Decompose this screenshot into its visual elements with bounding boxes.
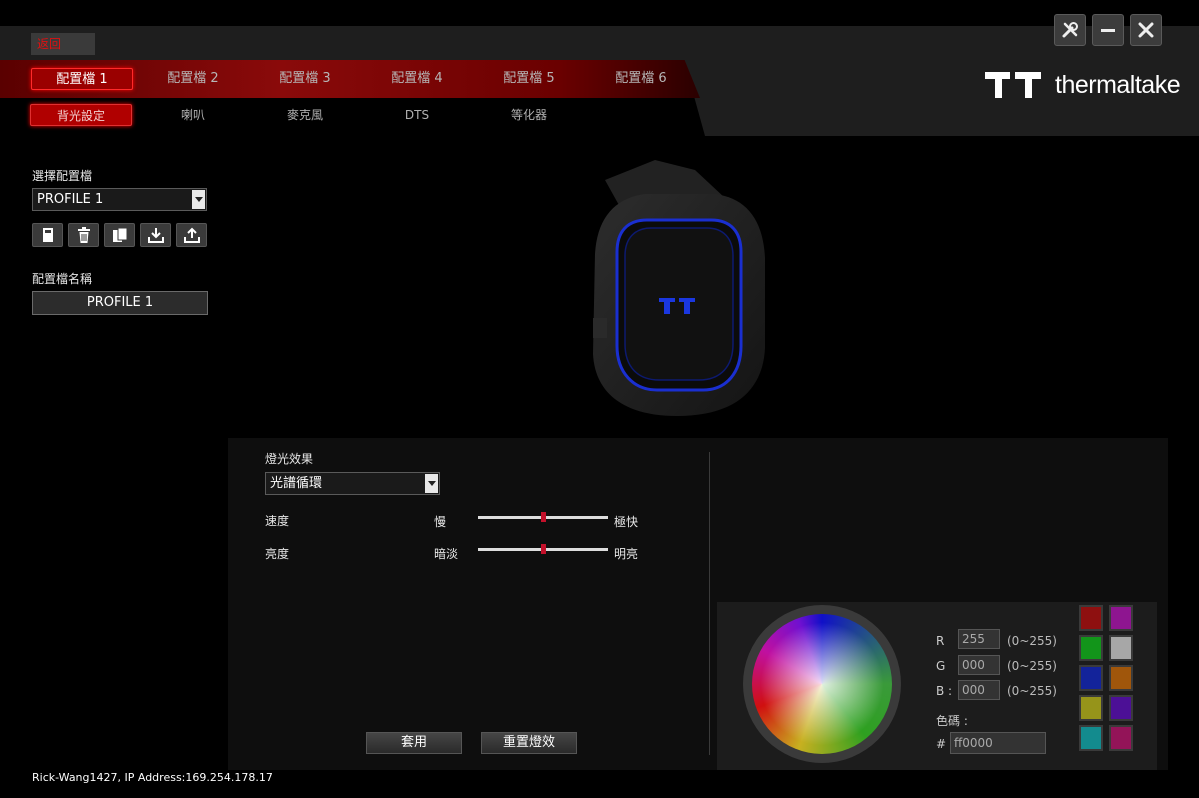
green-range: (0~255) <box>1007 659 1057 673</box>
brand-logo: thermaltake <box>983 70 1181 100</box>
copy-profile-button[interactable] <box>104 223 135 247</box>
brightness-label: 亮度 <box>265 547 290 561</box>
minimize-icon <box>1101 29 1115 32</box>
speed-min-label: 慢 <box>434 515 447 529</box>
blue-range: (0~255) <box>1007 684 1057 698</box>
blue-input[interactable]: 000 <box>958 680 1000 700</box>
swatch-yellow[interactable] <box>1079 695 1103 721</box>
color-wheel[interactable] <box>752 614 892 754</box>
swatch-red[interactable] <box>1079 605 1103 631</box>
swatch-purple[interactable] <box>1109 695 1133 721</box>
select-profile-label: 選擇配置檔 <box>32 169 93 183</box>
import-icon <box>147 228 164 243</box>
green-input[interactable]: 000 <box>958 655 1000 675</box>
blue-label: B : <box>936 684 953 698</box>
delete-icon <box>77 227 90 243</box>
export-profile-button[interactable] <box>176 223 207 247</box>
tab-backlight[interactable]: 背光設定 <box>30 104 132 126</box>
headset-image <box>593 160 765 416</box>
brightness-slider[interactable] <box>478 544 608 554</box>
tab-dts[interactable]: DTS <box>366 104 468 126</box>
panel-divider <box>709 452 710 755</box>
import-profile-button[interactable] <box>140 223 171 247</box>
swatch-blue[interactable] <box>1079 665 1103 691</box>
color-code-label: 色碼 : <box>936 714 968 728</box>
minimize-button[interactable] <box>1092 14 1124 46</box>
hex-input[interactable]: ff0000 <box>950 732 1046 754</box>
swatch-crimson[interactable] <box>1109 725 1133 751</box>
back-button[interactable]: 返回 <box>31 33 95 55</box>
save-icon <box>42 228 53 242</box>
swatch-orange[interactable] <box>1109 665 1133 691</box>
tab-speaker[interactable]: 喇叭 <box>142 104 244 126</box>
tab-profile-2[interactable]: 配置檔 2 <box>142 68 244 90</box>
red-label: R <box>936 634 945 648</box>
swatch-gray[interactable] <box>1109 635 1133 661</box>
speed-label: 速度 <box>265 514 290 528</box>
swatch-magenta[interactable] <box>1109 605 1133 631</box>
chevron-down-icon <box>425 474 438 493</box>
status-bar: Rick-Wang1427, IP Address:169.254.178.17 <box>32 771 273 784</box>
green-label: G <box>936 659 946 673</box>
lighting-effect-label: 燈光效果 <box>265 452 314 466</box>
profile-name-field[interactable]: PROFILE 1 <box>32 291 208 315</box>
profile-select-value: PROFILE 1 <box>37 192 104 207</box>
brightness-slider-thumb[interactable] <box>540 544 546 554</box>
swatch-green[interactable] <box>1079 635 1103 661</box>
brightness-max-label: 明亮 <box>614 547 639 561</box>
speed-max-label: 極快 <box>614 515 639 529</box>
close-button[interactable] <box>1130 14 1162 46</box>
tab-profile-1[interactable]: 配置檔 1 <box>31 68 133 90</box>
tools-icon <box>1062 22 1078 38</box>
tab-microphone[interactable]: 麥克風 <box>254 104 356 126</box>
tab-profile-5[interactable]: 配置檔 5 <box>478 68 580 90</box>
red-input[interactable]: 255 <box>958 629 1000 649</box>
delete-profile-button[interactable] <box>68 223 99 247</box>
red-range: (0~255) <box>1007 634 1057 648</box>
tab-profile-3[interactable]: 配置檔 3 <box>254 68 356 90</box>
tab-profile-6[interactable]: 配置檔 6 <box>590 68 692 90</box>
hash-label: # <box>936 737 947 751</box>
tt-logo-icon <box>985 72 1041 98</box>
export-icon <box>183 227 200 243</box>
close-icon <box>1138 22 1154 38</box>
swatch-teal[interactable] <box>1079 725 1103 751</box>
copy-icon <box>112 227 127 242</box>
brand-name: thermaltake <box>1055 70 1181 99</box>
apply-button[interactable]: 套用 <box>366 732 462 754</box>
settings-button[interactable] <box>1054 14 1086 46</box>
profile-name-label: 配置檔名稱 <box>32 272 93 286</box>
speed-slider[interactable] <box>478 512 608 522</box>
profile-select[interactable]: PROFILE 1 <box>32 188 207 211</box>
reset-effect-button[interactable]: 重置燈效 <box>481 732 577 754</box>
chevron-down-icon <box>192 190 205 209</box>
tab-equalizer[interactable]: 等化器 <box>478 104 580 126</box>
brightness-min-label: 暗淡 <box>434 547 459 561</box>
speed-slider-thumb[interactable] <box>540 512 546 522</box>
save-profile-button[interactable] <box>32 223 63 247</box>
lighting-effect-select[interactable]: 光譜循環 <box>265 472 440 495</box>
tab-profile-4[interactable]: 配置檔 4 <box>366 68 468 90</box>
lighting-effect-value: 光譜循環 <box>270 476 323 491</box>
